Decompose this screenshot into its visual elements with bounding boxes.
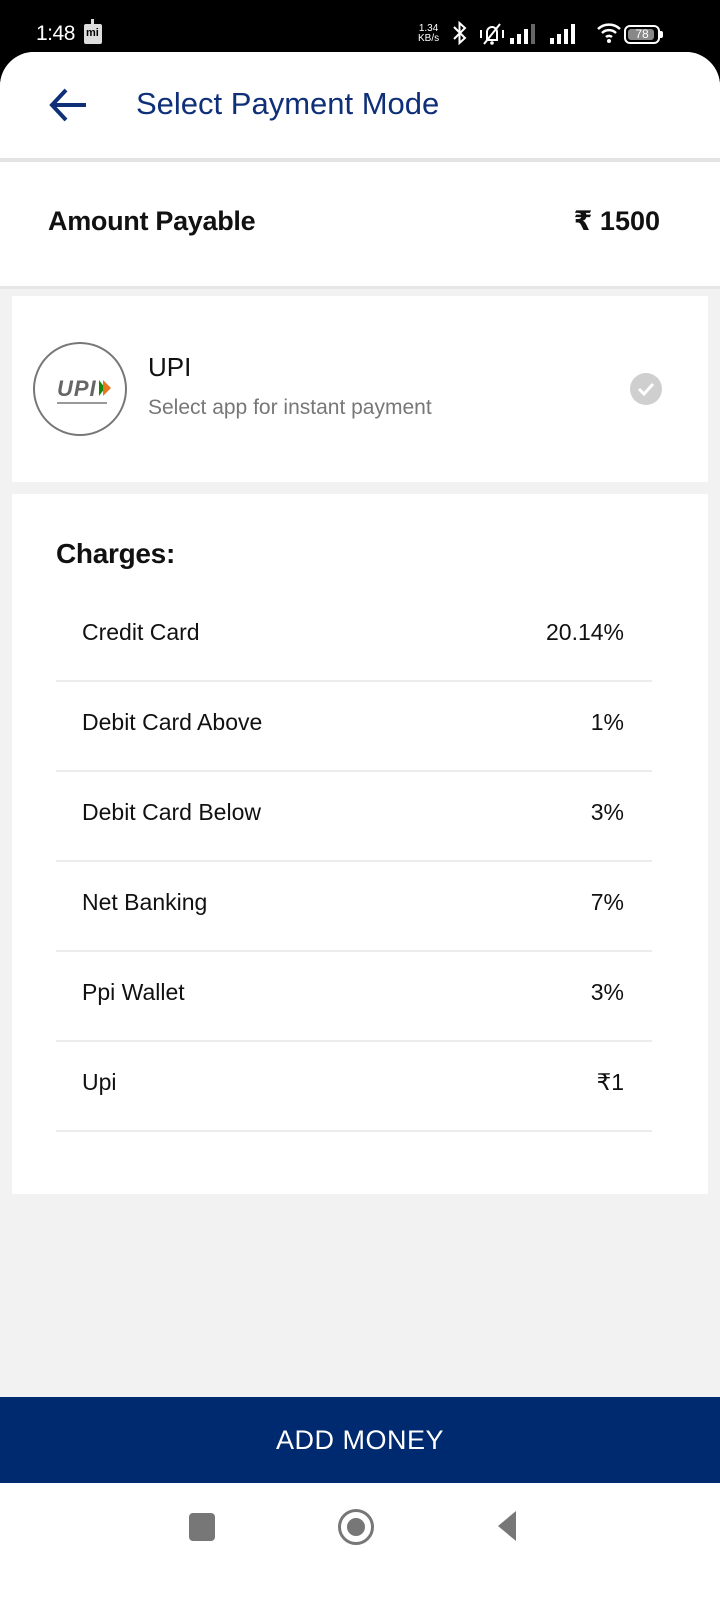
charge-value: ₹1 (596, 1069, 624, 1095)
amount-payable-card: Amount Payable ₹ 1500 (0, 162, 720, 286)
upi-logo-tagline (57, 402, 107, 404)
charge-row: Upi ₹1 (56, 1042, 652, 1132)
upi-logo-text: UPI (57, 376, 97, 401)
charges-list: Credit Card 20.14% Debit Card Above 1% D… (56, 592, 652, 1132)
wifi-icon (596, 20, 622, 48)
battery-icon: 78 (624, 25, 663, 44)
back-button[interactable] (44, 80, 94, 130)
upi-logo: UPI (33, 342, 127, 436)
charge-name: Debit Card Above (82, 709, 263, 735)
network-speed-unit: KB/s (418, 33, 440, 44)
upi-payment-option[interactable]: UPI UPI Select app for instant payment (12, 296, 708, 482)
add-money-button[interactable]: ADD MONEY (0, 1397, 720, 1483)
charge-row: Debit Card Below 3% (56, 772, 652, 862)
amount-divider (0, 286, 720, 289)
charge-row: Credit Card 20.14% (56, 592, 652, 682)
charge-value: 3% (590, 799, 624, 825)
charges-card: Charges: Credit Card 20.14% Debit Card A… (12, 494, 708, 1194)
charge-value: 7% (590, 889, 624, 915)
status-time: 1:48 (36, 22, 75, 45)
network-speed: 1.34 KB/s (418, 24, 439, 44)
signal-icon-sim2 (550, 24, 576, 44)
battery-level: 78 (635, 27, 649, 41)
charge-name: Net Banking (82, 889, 208, 915)
upi-title: UPI (148, 352, 192, 382)
status-bar: 1:48 1.34 KB/s 78 (0, 0, 720, 60)
signal-icon-sim1 (510, 24, 536, 44)
charges-title: Charges: (56, 538, 175, 569)
charge-name: Credit Card (82, 619, 200, 645)
charge-name: Debit Card Below (82, 799, 261, 825)
back-triangle-icon[interactable] (498, 1511, 516, 1541)
charge-row: Ppi Wallet 3% (56, 952, 652, 1042)
charge-row: Net Banking 7% (56, 862, 652, 952)
charge-name: Ppi Wallet (82, 979, 185, 1005)
recent-apps-icon[interactable] (189, 1513, 215, 1541)
upi-logo-arrow-orange (103, 380, 111, 396)
amount-label: Amount Payable (48, 206, 256, 236)
app-screen: Select Payment Mode Amount Payable ₹ 150… (0, 52, 720, 1600)
system-nav-bar (0, 1483, 720, 1600)
check-circle-icon[interactable] (630, 373, 662, 405)
charge-value: 20.14% (545, 619, 624, 645)
amount-value: ₹ 1500 (573, 206, 660, 236)
charge-row: Debit Card Above 1% (56, 682, 652, 772)
arrow-left-icon (49, 88, 86, 122)
app-header: Select Payment Mode (0, 52, 720, 158)
upi-subtitle: Select app for instant payment (148, 396, 432, 419)
home-icon[interactable] (338, 1509, 374, 1545)
charge-value: 3% (590, 979, 624, 1005)
mi-notification-icon (84, 19, 102, 44)
charge-name: Upi (82, 1069, 117, 1095)
bluetooth-icon (452, 20, 468, 48)
vibrate-mute-icon (478, 20, 506, 48)
charge-value: 1% (590, 709, 624, 735)
page-title: Select Payment Mode (136, 86, 440, 121)
